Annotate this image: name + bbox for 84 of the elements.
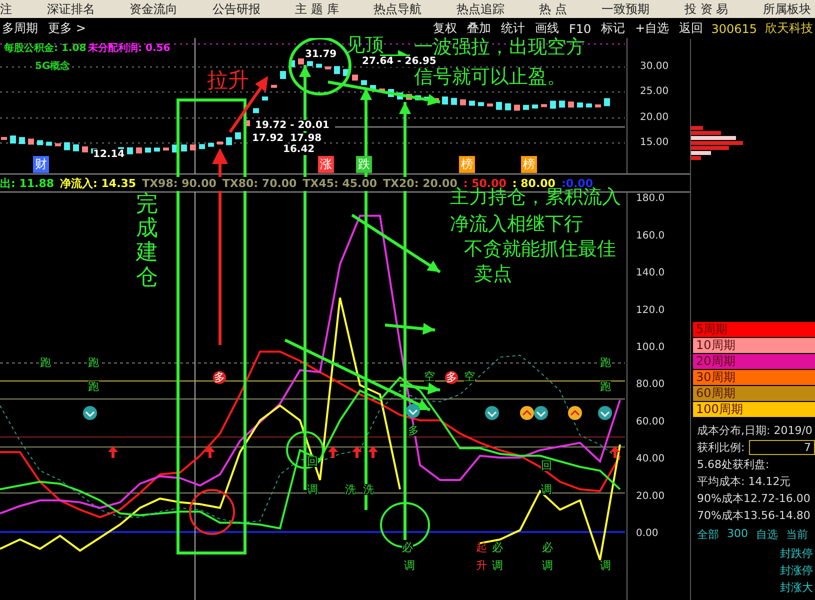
axis-label: 100.0 [636, 342, 665, 354]
annotation-text: 完成建仓 [136, 193, 158, 290]
indicator-value: TX98: 90.00 [142, 177, 216, 191]
axis-label: 20.00 [640, 112, 669, 123]
signal-mark: 必 [402, 542, 413, 553]
event-tag: 财 [33, 156, 49, 173]
stock-name: 欣天科技 [765, 20, 813, 37]
price-label: 31.79 [305, 49, 337, 60]
indicator-value: 出: 11.88 [0, 177, 54, 191]
annotation-text: 见顶 [346, 35, 384, 56]
axis-label: 0.00 [636, 528, 658, 540]
signal-mark: 洗 [345, 484, 356, 495]
signal-mark: 跑 [88, 357, 99, 368]
event-tag: 涨 [318, 156, 334, 173]
price-label: 27.64 - 26.95 [362, 56, 436, 67]
signal-mark: 跑 [600, 357, 611, 368]
signal-mark: 必 [542, 542, 553, 553]
price-label: 17.98 [290, 133, 322, 144]
axis-label: 30.00 [640, 61, 669, 72]
signal-mark: 多 [408, 425, 419, 436]
price-label: 17.92 [252, 133, 284, 144]
annotation-text: 拉升 [207, 69, 249, 92]
axis-label: 80.00 [636, 379, 665, 390]
profit-label: 获利比例: [697, 440, 745, 455]
legend-item: 10周期 [693, 338, 815, 353]
signal-mark: 回 [541, 460, 552, 471]
indicator-value: TX45: 45.00 [302, 177, 378, 191]
axis-label: 160.0 [636, 230, 665, 242]
price-label: 12.14 [93, 149, 125, 160]
signal-mark: 回 [307, 456, 318, 467]
annotation-text: 一波强拉，出现空方 [414, 37, 585, 58]
annotation-text: 主力持仓，累积流入 [450, 187, 621, 208]
annotation-text: 信号就可以止盈。 [414, 67, 566, 88]
fundamental-label: 每股公积金: 1.08 [4, 42, 86, 55]
event-tag: 跌 [356, 156, 372, 173]
signal-mark: 空 [424, 371, 435, 382]
signal-mark: 升 [476, 560, 487, 571]
legend-item: 30周期 [693, 370, 815, 385]
indicator-value: 净流入: 14.35 [60, 177, 136, 191]
price-label: 16.42 [283, 144, 315, 155]
axis-label: 120.0 [636, 304, 665, 316]
signal-mark: 调 [492, 560, 503, 571]
indicator-value: TX80: 70.00 [222, 177, 297, 191]
annotation-text: 净流入相继下行 [450, 214, 583, 235]
signal-mark: 调 [404, 560, 415, 571]
signal-mark: 跑 [88, 381, 99, 392]
signal-mark: 多 [445, 371, 458, 384]
concept-tag: 5G概念 [35, 59, 70, 73]
price-label: 19.72 - 20.01 [255, 120, 330, 131]
signal-mark: 多 [213, 371, 226, 384]
legend-item: 60周期 [693, 386, 815, 401]
annotation-text: 卖点 [474, 264, 512, 285]
cost-info: 5.68处获利盘: [697, 457, 770, 472]
signal-mark: 空 [464, 371, 475, 382]
stock-code: 300615 [711, 22, 757, 36]
axis-label: 40.00 [636, 454, 665, 465]
signal-mark: 洗 [363, 484, 374, 495]
signal-mark: 调 [542, 560, 553, 571]
event-tag: 榜 [459, 156, 475, 173]
cost-info: 70%成本13.56-14.80 [697, 508, 812, 523]
event-tag: 榜 [521, 156, 537, 173]
legend-item: 100周期 [693, 402, 815, 417]
axis-label: 20.00 [636, 490, 665, 502]
annotation-text: 不贪就能抓住最佳 [464, 239, 616, 260]
cost-date: 成本分布,日期: 2019/0 [697, 423, 814, 438]
indicator-value: TX20: 20.00 [383, 177, 458, 190]
axis-label: 60.00 [636, 416, 665, 428]
signal-mark: 起 [476, 542, 487, 553]
fundamental-label: 未分配利润: 0.56 [88, 41, 170, 55]
signal-mark: 调 [307, 484, 318, 495]
axis-label: 180.0 [636, 193, 665, 204]
signal-mark: 跑 [600, 381, 611, 392]
axis-label: 140.0 [636, 268, 665, 279]
legend-item: 5周期 [693, 322, 815, 337]
signal-mark: 必 [492, 542, 503, 553]
signal-mark: 调 [541, 484, 552, 495]
legend-item: 20周期 [693, 354, 815, 369]
signal-mark: 跑 [40, 357, 51, 368]
cost-info: 平均成本: 14.12元 [697, 474, 792, 489]
axis-label: 15.00 [640, 137, 669, 148]
cost-info: 90%成本12.72-16.00 [697, 491, 812, 506]
signal-mark: 调 [600, 560, 611, 571]
profit-value: 7 [748, 440, 815, 455]
axis-label: 25.00 [640, 86, 669, 97]
